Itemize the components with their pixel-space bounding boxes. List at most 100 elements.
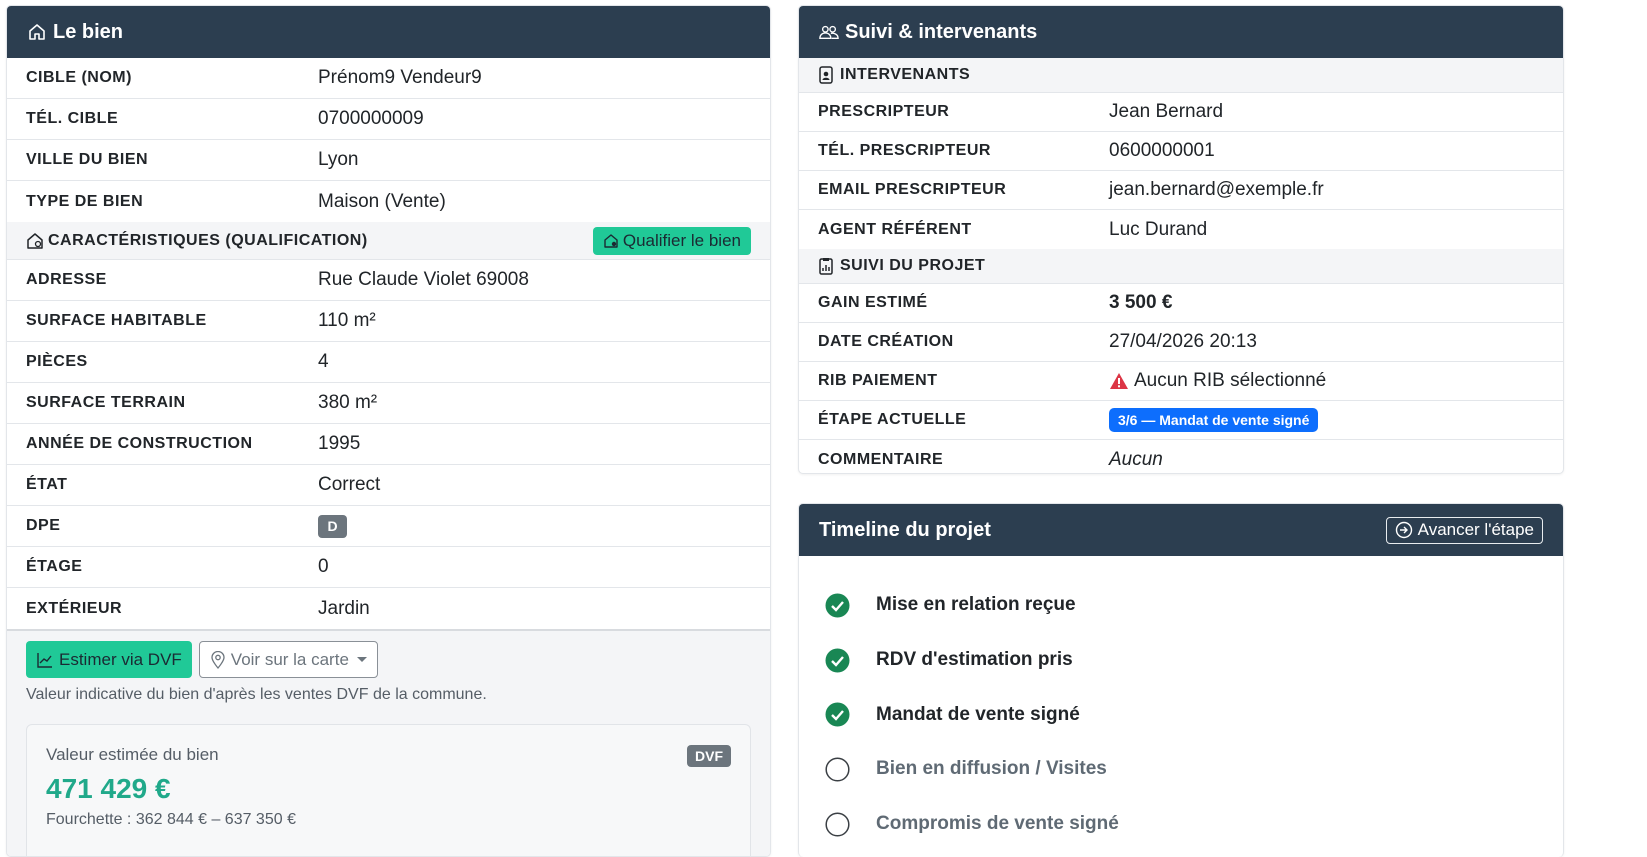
info-row: Gain estimé 3 500 € [799, 284, 1563, 323]
timeline-step-label: RDV d'estimation pris [876, 649, 1073, 671]
timeline-card: Timeline du projet Avancer l'étape Mise … [798, 503, 1564, 857]
row-value: Prénom9 Vendeur9 [318, 67, 482, 88]
estimation-range: Fourchette : 362 844 € – 637 350 € [46, 811, 296, 828]
row-label: Prescripteur [818, 103, 950, 120]
map-pin-icon [211, 650, 225, 669]
info-row: Tél. prescripteur 0600000001 [799, 132, 1563, 171]
row-value: 0700000009 [318, 108, 424, 129]
info-row: Date création 27/04/2026 20:13 [799, 323, 1563, 362]
info-row: Adresse Rue Claude Violet 69008 [7, 260, 770, 301]
row-value: Lyon [318, 149, 359, 170]
row-label: Surface habitable [26, 312, 207, 329]
info-row: Email prescripteur jean.bernard@exemple.… [799, 171, 1563, 210]
property-card: Le bien Cible (nom) Prénom9 Vendeur9 Tél… [6, 5, 771, 857]
stakeholders-section-title: Intervenants [840, 66, 971, 83]
row-value: 0600000001 [1109, 140, 1215, 161]
info-row: Commentaire Aucun [799, 440, 1563, 473]
warning-triangle-icon [1110, 373, 1128, 389]
row-label: Tél. cible [26, 110, 119, 127]
dvf-badge: DVF [687, 745, 731, 767]
info-row: RIB paiement Aucun RIB sélectionné [799, 362, 1563, 401]
row-label: Date création [818, 333, 954, 350]
creation-date-value: 27/04/2026 20:13 [1109, 331, 1257, 352]
row-label: Cible (nom) [26, 69, 132, 86]
info-row: Année de construction 1995 [7, 424, 770, 465]
row-label: RIB paiement [818, 372, 938, 389]
chevron-down-icon [356, 657, 367, 662]
row-value: Jardin [318, 597, 370, 619]
row-label: Étape actuelle [818, 411, 967, 428]
empty-circle-icon [825, 812, 850, 837]
project-section-header: Suivi du projet [799, 249, 1563, 284]
info-row: Prescripteur Jean Bernard [799, 93, 1563, 132]
info-row: État Correct [7, 465, 770, 506]
estimation-result-panel: Valeur estimée du bien 471 429 € Fourche… [26, 724, 751, 856]
advance-step-button[interactable]: Avancer l'étape [1385, 516, 1543, 544]
row-label: Type de bien [26, 192, 144, 210]
estimate-dvf-label: Estimer via DVF [59, 649, 182, 669]
advance-step-label: Avancer l'étape [1417, 520, 1534, 539]
row-label: Email prescripteur [818, 181, 1007, 198]
timeline-step-label: Mise en relation reçue [876, 594, 1076, 616]
row-value: 1995 [318, 433, 361, 454]
row-label: Agent référent [818, 220, 972, 238]
info-row: Surface terrain 380 m² [7, 383, 770, 424]
row-value: Luc Durand [1109, 218, 1208, 240]
timeline-steps: Mise en relation reçue RDV d'estimation … [799, 556, 1563, 851]
follow-up-card-header: Suivi & intervenants [799, 6, 1563, 58]
clipboard-data-icon [818, 257, 836, 275]
view-map-dropdown[interactable]: Voir sur la carte [198, 641, 378, 678]
estimated-gain-value: 3 500 € [1109, 292, 1173, 313]
house-gear-icon [604, 233, 618, 248]
row-label: DPE [26, 517, 61, 534]
estimation-value: 471 429 € [46, 773, 171, 804]
row-label: Ville du bien [26, 151, 149, 168]
info-row: Tél. cible 0700000009 [7, 99, 770, 140]
qualify-property-label: Qualifier le bien [622, 230, 741, 250]
house-gear-icon [26, 232, 44, 250]
row-value: Maison (Vente) [318, 190, 446, 212]
row-value: 380 m² [318, 392, 378, 413]
row-label: Année de construction [26, 435, 253, 452]
info-row: DPE D [7, 506, 770, 547]
people-icon [819, 22, 839, 42]
timeline-step: Bien en diffusion / Visites [825, 742, 1563, 797]
qualification-section-title: Caractéristiques (qualification) [48, 231, 368, 249]
info-row: Extérieur Jardin [7, 588, 770, 629]
row-label: Adresse [26, 271, 107, 288]
estimate-dvf-button[interactable]: Estimer via DVF [26, 641, 192, 678]
timeline-card-title: Timeline du projet [819, 518, 991, 541]
row-value: 4 [318, 351, 329, 372]
check-circle-icon [825, 648, 850, 673]
check-circle-icon [825, 702, 850, 727]
house-icon [27, 22, 47, 42]
row-value: 0 [318, 556, 329, 577]
dpe-badge: D [318, 514, 347, 538]
row-label: Pièces [26, 353, 88, 370]
empty-circle-icon [825, 757, 850, 782]
estimation-label: Valeur estimée du bien [46, 745, 219, 764]
view-map-label: Voir sur la carte [230, 649, 349, 669]
row-value: D [318, 514, 347, 538]
info-row: Ville du bien Lyon [7, 140, 770, 181]
qualify-property-button[interactable]: Qualifier le bien [592, 226, 751, 255]
follow-up-card: Suivi & intervenants Intervenants Prescr… [798, 5, 1564, 474]
row-label: Gain estimé [818, 294, 928, 311]
row-label: État [26, 476, 68, 493]
row-value: 110 m² [318, 310, 376, 331]
timeline-step: RDV d'estimation pris [825, 633, 1563, 688]
row-label: Surface terrain [26, 394, 186, 411]
info-row: Étape actuelle 3/6 — Mandat de vente sig… [799, 401, 1563, 440]
row-value: Rue Claude Violet 69008 [318, 269, 529, 290]
info-row: Pièces 4 [7, 342, 770, 383]
timeline-step-label: Bien en diffusion / Visites [876, 758, 1107, 780]
row-label: Tél. prescripteur [818, 142, 991, 159]
estimation-hint: Valeur indicative du bien d'après les ve… [26, 686, 487, 703]
rib-warning-text: Aucun RIB sélectionné [1134, 370, 1327, 391]
project-section-title: Suivi du projet [840, 257, 986, 274]
row-label: Extérieur [26, 599, 123, 617]
follow-up-card-title: Suivi & intervenants [845, 20, 1038, 43]
chart-line-icon [37, 652, 52, 668]
timeline-step-label: Mandat de vente signé [876, 703, 1080, 725]
comment-value: Aucun [1109, 448, 1163, 470]
